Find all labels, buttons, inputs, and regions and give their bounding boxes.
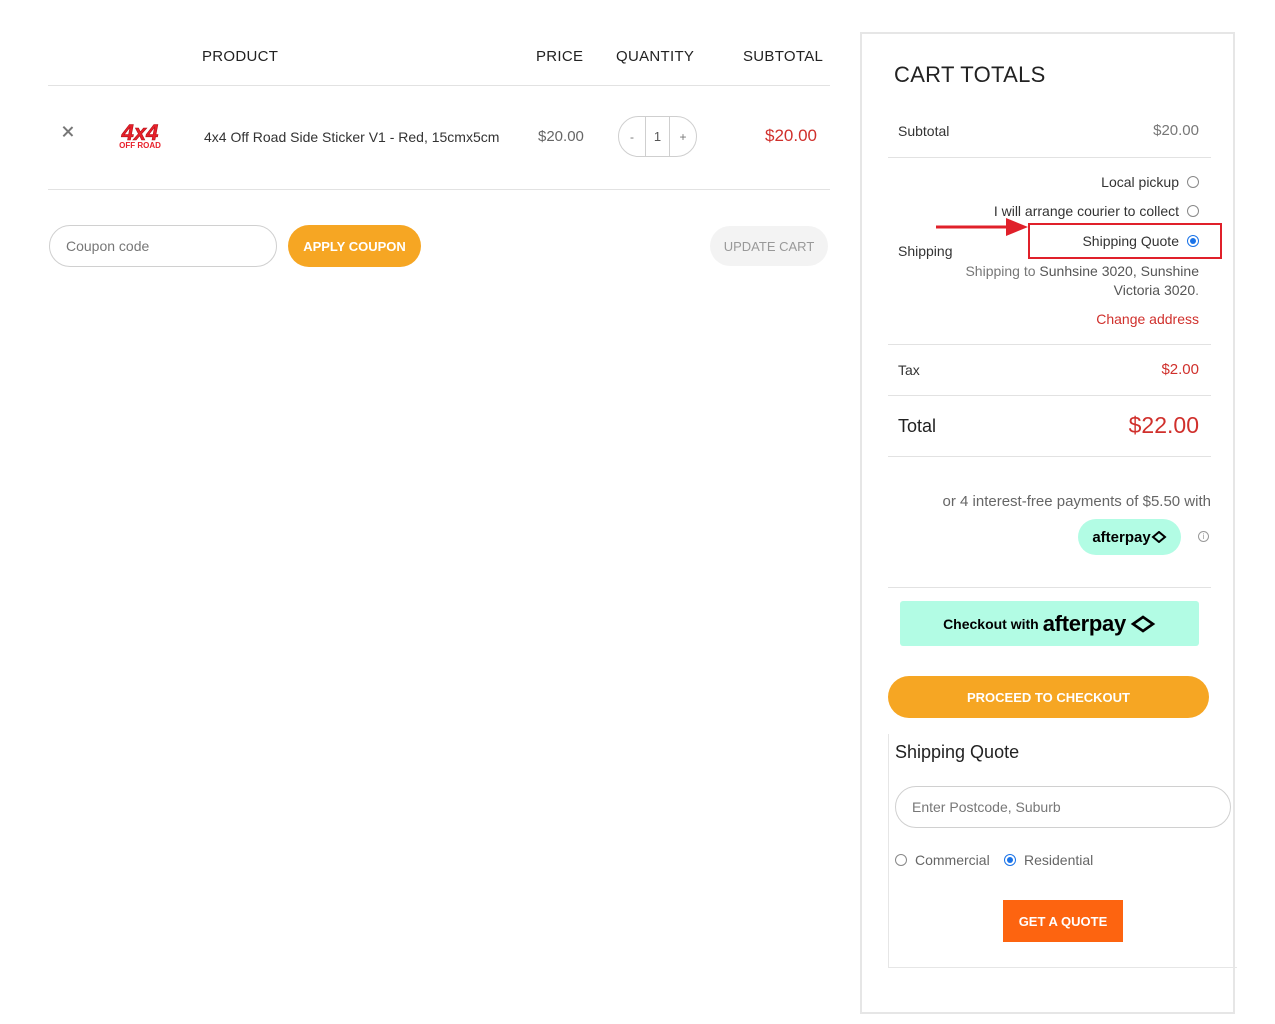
- subtotal-value: $20.00: [1153, 122, 1199, 139]
- radio-button[interactable]: [1187, 205, 1199, 217]
- info-icon[interactable]: i: [1198, 531, 1209, 542]
- thumb-logo-subtext: OFF ROAD: [119, 141, 161, 150]
- radio-button-selected[interactable]: [1187, 235, 1199, 247]
- shipping-option-label: Local pickup: [1101, 174, 1179, 190]
- shipping-label: Shipping: [898, 243, 953, 259]
- header-quantity: QUANTITY: [616, 48, 695, 65]
- header-price: PRICE: [536, 48, 584, 65]
- shipping-row: Shipping Local pickup I will arrange cou…: [888, 158, 1222, 345]
- change-address-link[interactable]: Change address: [1096, 311, 1199, 327]
- shipping-to-prefix: Shipping to: [965, 263, 1036, 279]
- address-type-commercial[interactable]: Commercial: [895, 852, 990, 868]
- checkout-with-afterpay-button[interactable]: Checkout with afterpay: [900, 601, 1199, 646]
- table-row: 4x4 OFF ROAD 4x4 Off Road Side Sticker V…: [48, 86, 830, 190]
- tax-value: $2.00: [1161, 361, 1199, 378]
- shipping-to-location: Sunhsine 3020, Sunshine Victoria 3020: [1039, 263, 1199, 298]
- proceed-to-checkout-button[interactable]: PROCEED TO CHECKOUT: [888, 676, 1209, 718]
- shipping-option-label: I will arrange courier to collect: [993, 203, 1179, 219]
- address-type-residential[interactable]: Residential: [1004, 852, 1093, 868]
- quantity-stepper: - 1 +: [618, 116, 697, 157]
- tax-label: Tax: [898, 362, 920, 378]
- shipping-option-quote[interactable]: Shipping Quote: [1082, 233, 1199, 249]
- apply-coupon-button[interactable]: APPLY COUPON: [288, 225, 421, 267]
- quantity-plus-button[interactable]: +: [670, 130, 696, 144]
- total-value: $22.00: [1128, 412, 1199, 438]
- shipping-quote-panel: Shipping Quote Commercial Residential GE…: [888, 734, 1237, 968]
- shipping-quote-title: Shipping Quote: [895, 742, 1020, 762]
- update-cart-button[interactable]: UPDATE CART: [710, 226, 828, 266]
- product-thumbnail[interactable]: 4x4 OFF ROAD: [104, 120, 176, 150]
- subtotal-row: Subtotal $20.00: [888, 108, 1211, 158]
- checkout-afterpay-prefix: Checkout with: [943, 615, 1039, 632]
- cart-totals-panel: CART TOTALS Subtotal $20.00 Shipping Loc…: [860, 32, 1237, 1014]
- checkout-afterpay-brand: afterpay: [1042, 610, 1127, 636]
- subtotal-label: Subtotal: [898, 123, 950, 139]
- quantity-input[interactable]: 1: [645, 117, 670, 156]
- shipping-to-suffix: .: [1195, 282, 1199, 298]
- total-label: Total: [898, 416, 937, 436]
- radio-button[interactable]: [1187, 176, 1199, 188]
- cart-table-header: PRODUCT PRICE QUANTITY SUBTOTAL: [48, 30, 830, 86]
- afterpay-installments-text: or 4 interest-free payments of $5.50 wit…: [942, 493, 1211, 510]
- tax-row: Tax $2.00: [888, 345, 1211, 396]
- header-subtotal: SUBTOTAL: [743, 48, 824, 65]
- shipping-destination: Shipping to Sunhsine 3020, Sunshine Vict…: [959, 262, 1199, 300]
- product-name-link[interactable]: 4x4 Off Road Side Sticker V1 - Red, 15cm…: [204, 129, 499, 145]
- coupon-input[interactable]: [49, 225, 277, 267]
- cart-table: PRODUCT PRICE QUANTITY SUBTOTAL 4x4 OFF …: [48, 30, 830, 190]
- afterpay-arrows-icon: [1151, 531, 1167, 543]
- shipping-option-label: Shipping Quote: [1082, 233, 1179, 249]
- product-price: $20.00: [538, 128, 584, 145]
- quantity-minus-button[interactable]: -: [619, 130, 645, 144]
- remove-item-icon[interactable]: [60, 124, 76, 140]
- afterpay-brand: afterpay: [1092, 528, 1151, 546]
- total-row: Total $22.00: [888, 396, 1211, 457]
- postcode-input[interactable]: [895, 786, 1231, 828]
- get-a-quote-button[interactable]: GET A QUOTE: [1003, 900, 1123, 942]
- radio-button[interactable]: [895, 854, 907, 866]
- residential-label: Residential: [1024, 852, 1094, 868]
- shipping-option-local-pickup[interactable]: Local pickup: [1101, 174, 1199, 190]
- afterpay-arrows-icon: [1130, 614, 1156, 633]
- afterpay-row: or 4 interest-free payments of $5.50 wit…: [888, 457, 1211, 588]
- header-product: PRODUCT: [202, 48, 279, 65]
- product-subtotal: $20.00: [765, 126, 817, 145]
- radio-button-selected[interactable]: [1004, 854, 1016, 866]
- afterpay-badge[interactable]: afterpay: [1078, 519, 1181, 555]
- shipping-option-courier[interactable]: I will arrange courier to collect: [994, 203, 1199, 219]
- cart-totals-title: CART TOTALS: [894, 62, 1046, 87]
- commercial-label: Commercial: [915, 852, 990, 868]
